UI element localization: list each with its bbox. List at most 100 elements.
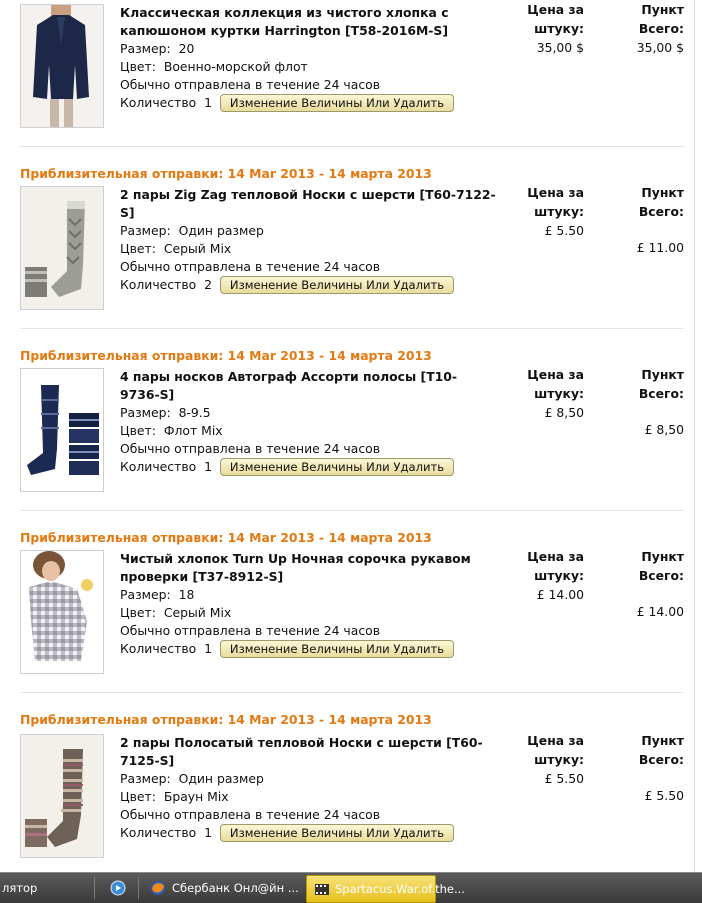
item-total: £ 8,50 bbox=[644, 422, 684, 437]
item-quantity: 1 bbox=[204, 825, 212, 840]
item-size: Размер: 20 bbox=[120, 41, 195, 56]
change-quantity-or-delete-button[interactable]: Изменение Величины Или Удалить bbox=[220, 94, 454, 112]
item-title-line-2[interactable]: проверки [T37-8912-S] bbox=[120, 569, 283, 584]
change-quantity-or-delete-button[interactable]: Изменение Величины Или Удалить bbox=[220, 824, 454, 842]
item-quantity: 2 bbox=[204, 277, 212, 292]
item-color: Цвет: Браун Mix bbox=[120, 789, 229, 804]
product-image-nightshirt[interactable] bbox=[20, 550, 104, 674]
page-border bbox=[694, 0, 695, 872]
item-total: £ 5.50 bbox=[644, 788, 684, 803]
unit-price: £ 5.50 bbox=[544, 771, 584, 786]
item-title-line-2[interactable]: S] bbox=[120, 205, 135, 220]
product-image-brown-socks[interactable] bbox=[20, 734, 104, 858]
cart-item: Приблизительная отправки: 14 Mar 2013 - … bbox=[20, 348, 684, 494]
item-total-column: Пункт Всего: £ 8,50 bbox=[592, 365, 684, 439]
cart-item: Классическая коллекция из чистого хлопка… bbox=[20, 0, 684, 146]
item-color: Цвет: Серый Mix bbox=[120, 241, 232, 256]
item-quantity-row: Количество 1 Изменение Величины Или Удал… bbox=[120, 640, 498, 658]
cart-item: Приблизительная отправки: 14 Mar 2013 - … bbox=[20, 530, 684, 676]
product-image-grey-socks[interactable] bbox=[20, 186, 104, 310]
cart-item: Приблизительная отправки: 14 Mar 2013 - … bbox=[20, 166, 684, 312]
item-title[interactable]: Чистый хлопок Turn Up Ночная сорочка рук… bbox=[120, 550, 498, 586]
item-info: Чистый хлопок Turn Up Ночная сорочка рук… bbox=[120, 550, 498, 658]
media-player-icon[interactable] bbox=[110, 880, 126, 896]
unit-price-column: Цена за штуку: £ 14.00 bbox=[520, 547, 584, 604]
item-quantity-row: Количество 2 Изменение Величины Или Удал… bbox=[120, 276, 498, 294]
unit-price: £ 8,50 bbox=[544, 405, 584, 420]
taskbar-divider bbox=[94, 877, 95, 899]
firefox-icon bbox=[150, 880, 166, 896]
item-separator bbox=[20, 692, 684, 693]
item-quantity: 1 bbox=[204, 95, 212, 110]
product-image-navy-socks[interactable] bbox=[20, 368, 104, 492]
taskbar-window-title: Spartacus.War.of.the... bbox=[335, 882, 465, 896]
item-size: Размер: 8-9.5 bbox=[120, 405, 211, 420]
item-title[interactable]: 2 пары Полосатый тепловой Носки с шерсти… bbox=[120, 734, 498, 770]
item-quantity-row: Количество 1 Изменение Величины Или Удал… bbox=[120, 94, 498, 112]
taskbar-item-calculator[interactable]: лятор bbox=[2, 881, 37, 895]
item-info: 4 пары носков Автограф Ассорти полосы [T… bbox=[120, 368, 498, 476]
taskbar-window-sberbank[interactable]: Сбербанк Онл@йн ... bbox=[172, 881, 299, 895]
item-title[interactable]: Классическая коллекция из чистого хлопка… bbox=[120, 4, 498, 40]
item-quantity: 1 bbox=[204, 641, 212, 656]
estimated-shipping: Приблизительная отправки: 14 Mar 2013 - … bbox=[20, 166, 432, 181]
item-color: Цвет: Серый Mix bbox=[120, 605, 232, 620]
item-total-column: Пункт Всего: £ 5.50 bbox=[592, 731, 684, 805]
product-image-jacket[interactable] bbox=[20, 4, 104, 128]
change-quantity-or-delete-button[interactable]: Изменение Величины Или Удалить bbox=[220, 458, 454, 476]
unit-price: 35,00 $ bbox=[536, 40, 584, 55]
windows-taskbar: лятор Сбербанк Онл@йн ... Spartacus.War.… bbox=[0, 872, 702, 903]
item-color: Цвет: Флот Mix bbox=[120, 423, 223, 438]
item-title-line-1[interactable]: 2 пары Полосатый тепловой Носки с шерсти… bbox=[120, 735, 483, 750]
item-quantity-row: Количество 1 Изменение Величины Или Удал… bbox=[120, 458, 498, 476]
unit-price-column: Цена за штуку: £ 5.50 bbox=[520, 731, 584, 788]
item-shipping-note: Обычно отправлена в течение 24 часов bbox=[120, 441, 381, 456]
item-color: Цвет: Военно-морской флот bbox=[120, 59, 308, 74]
taskbar-divider bbox=[138, 877, 139, 899]
unit-price: £ 14.00 bbox=[536, 587, 584, 602]
estimated-shipping: Приблизительная отправки: 14 Mar 2013 - … bbox=[20, 712, 432, 727]
item-info: Классическая коллекция из чистого хлопка… bbox=[120, 4, 498, 112]
estimated-shipping: Приблизительная отправки: 14 Mar 2013 - … bbox=[20, 348, 432, 363]
unit-price-column: Цена за штуку: 35,00 $ bbox=[520, 0, 584, 57]
item-size: Размер: Один размер bbox=[120, 771, 264, 786]
item-size: Размер: 18 bbox=[120, 587, 195, 602]
item-shipping-note: Обычно отправлена в течение 24 часов bbox=[120, 807, 381, 822]
item-info: 2 пары Полосатый тепловой Носки с шерсти… bbox=[120, 734, 498, 842]
item-total-column: Пункт Всего: 35,00 $ bbox=[592, 0, 684, 57]
item-separator bbox=[20, 146, 684, 147]
item-title-line-1[interactable]: 2 пары Zig Zag тепловой Носки с шерсти [… bbox=[120, 187, 496, 202]
item-title-line-1[interactable]: Классическая коллекция из чистого хлопка… bbox=[120, 5, 449, 20]
item-shipping-note: Обычно отправлена в течение 24 часов bbox=[120, 77, 381, 92]
item-quantity: 1 bbox=[204, 459, 212, 474]
item-separator bbox=[20, 510, 684, 511]
unit-price: £ 5.50 bbox=[544, 223, 584, 238]
item-title[interactable]: 4 пары носков Автограф Ассорти полосы [T… bbox=[120, 368, 498, 404]
unit-price-column: Цена за штуку: £ 8,50 bbox=[520, 365, 584, 422]
change-quantity-or-delete-button[interactable]: Изменение Величины Или Удалить bbox=[220, 276, 454, 294]
cart-page: Классическая коллекция из чистого хлопка… bbox=[0, 0, 702, 872]
item-title-line-1[interactable]: Чистый хлопок Turn Up Ночная сорочка рук… bbox=[120, 551, 471, 566]
cart-item: Приблизительная отправки: 14 Mar 2013 - … bbox=[20, 712, 684, 872]
unit-price-column: Цена за штуку: £ 5.50 bbox=[520, 183, 584, 240]
item-quantity-row: Количество 1 Изменение Величины Или Удал… bbox=[120, 824, 498, 842]
item-title-line-1[interactable]: 4 пары носков Автограф Ассорти полосы [T… bbox=[120, 369, 457, 384]
estimated-shipping: Приблизительная отправки: 14 Mar 2013 - … bbox=[20, 530, 432, 545]
item-title-line-2[interactable]: 7125-S] bbox=[120, 753, 174, 768]
item-shipping-note: Обычно отправлена в течение 24 часов bbox=[120, 623, 381, 638]
taskbar-window-spartacus-active[interactable]: Spartacus.War.of.the... bbox=[306, 875, 465, 903]
item-total: £ 11.00 bbox=[636, 240, 684, 255]
item-total: £ 14.00 bbox=[636, 604, 684, 619]
item-size: Размер: Один размер bbox=[120, 223, 264, 238]
video-file-icon bbox=[314, 881, 330, 897]
item-separator bbox=[20, 328, 684, 329]
item-title[interactable]: 2 пары Zig Zag тепловой Носки с шерсти [… bbox=[120, 186, 498, 222]
item-total-column: Пункт Всего: £ 14.00 bbox=[592, 547, 684, 621]
item-shipping-note: Обычно отправлена в течение 24 часов bbox=[120, 259, 381, 274]
item-total-column: Пункт Всего: £ 11.00 bbox=[592, 183, 684, 257]
change-quantity-or-delete-button[interactable]: Изменение Величины Или Удалить bbox=[220, 640, 454, 658]
item-title-line-2[interactable]: капюшоном куртки Harrington [T58-2016M-S… bbox=[120, 23, 448, 38]
item-title-line-2[interactable]: 9736-S] bbox=[120, 387, 174, 402]
item-total: 35,00 $ bbox=[636, 40, 684, 55]
item-info: 2 пары Zig Zag тепловой Носки с шерсти [… bbox=[120, 186, 498, 294]
